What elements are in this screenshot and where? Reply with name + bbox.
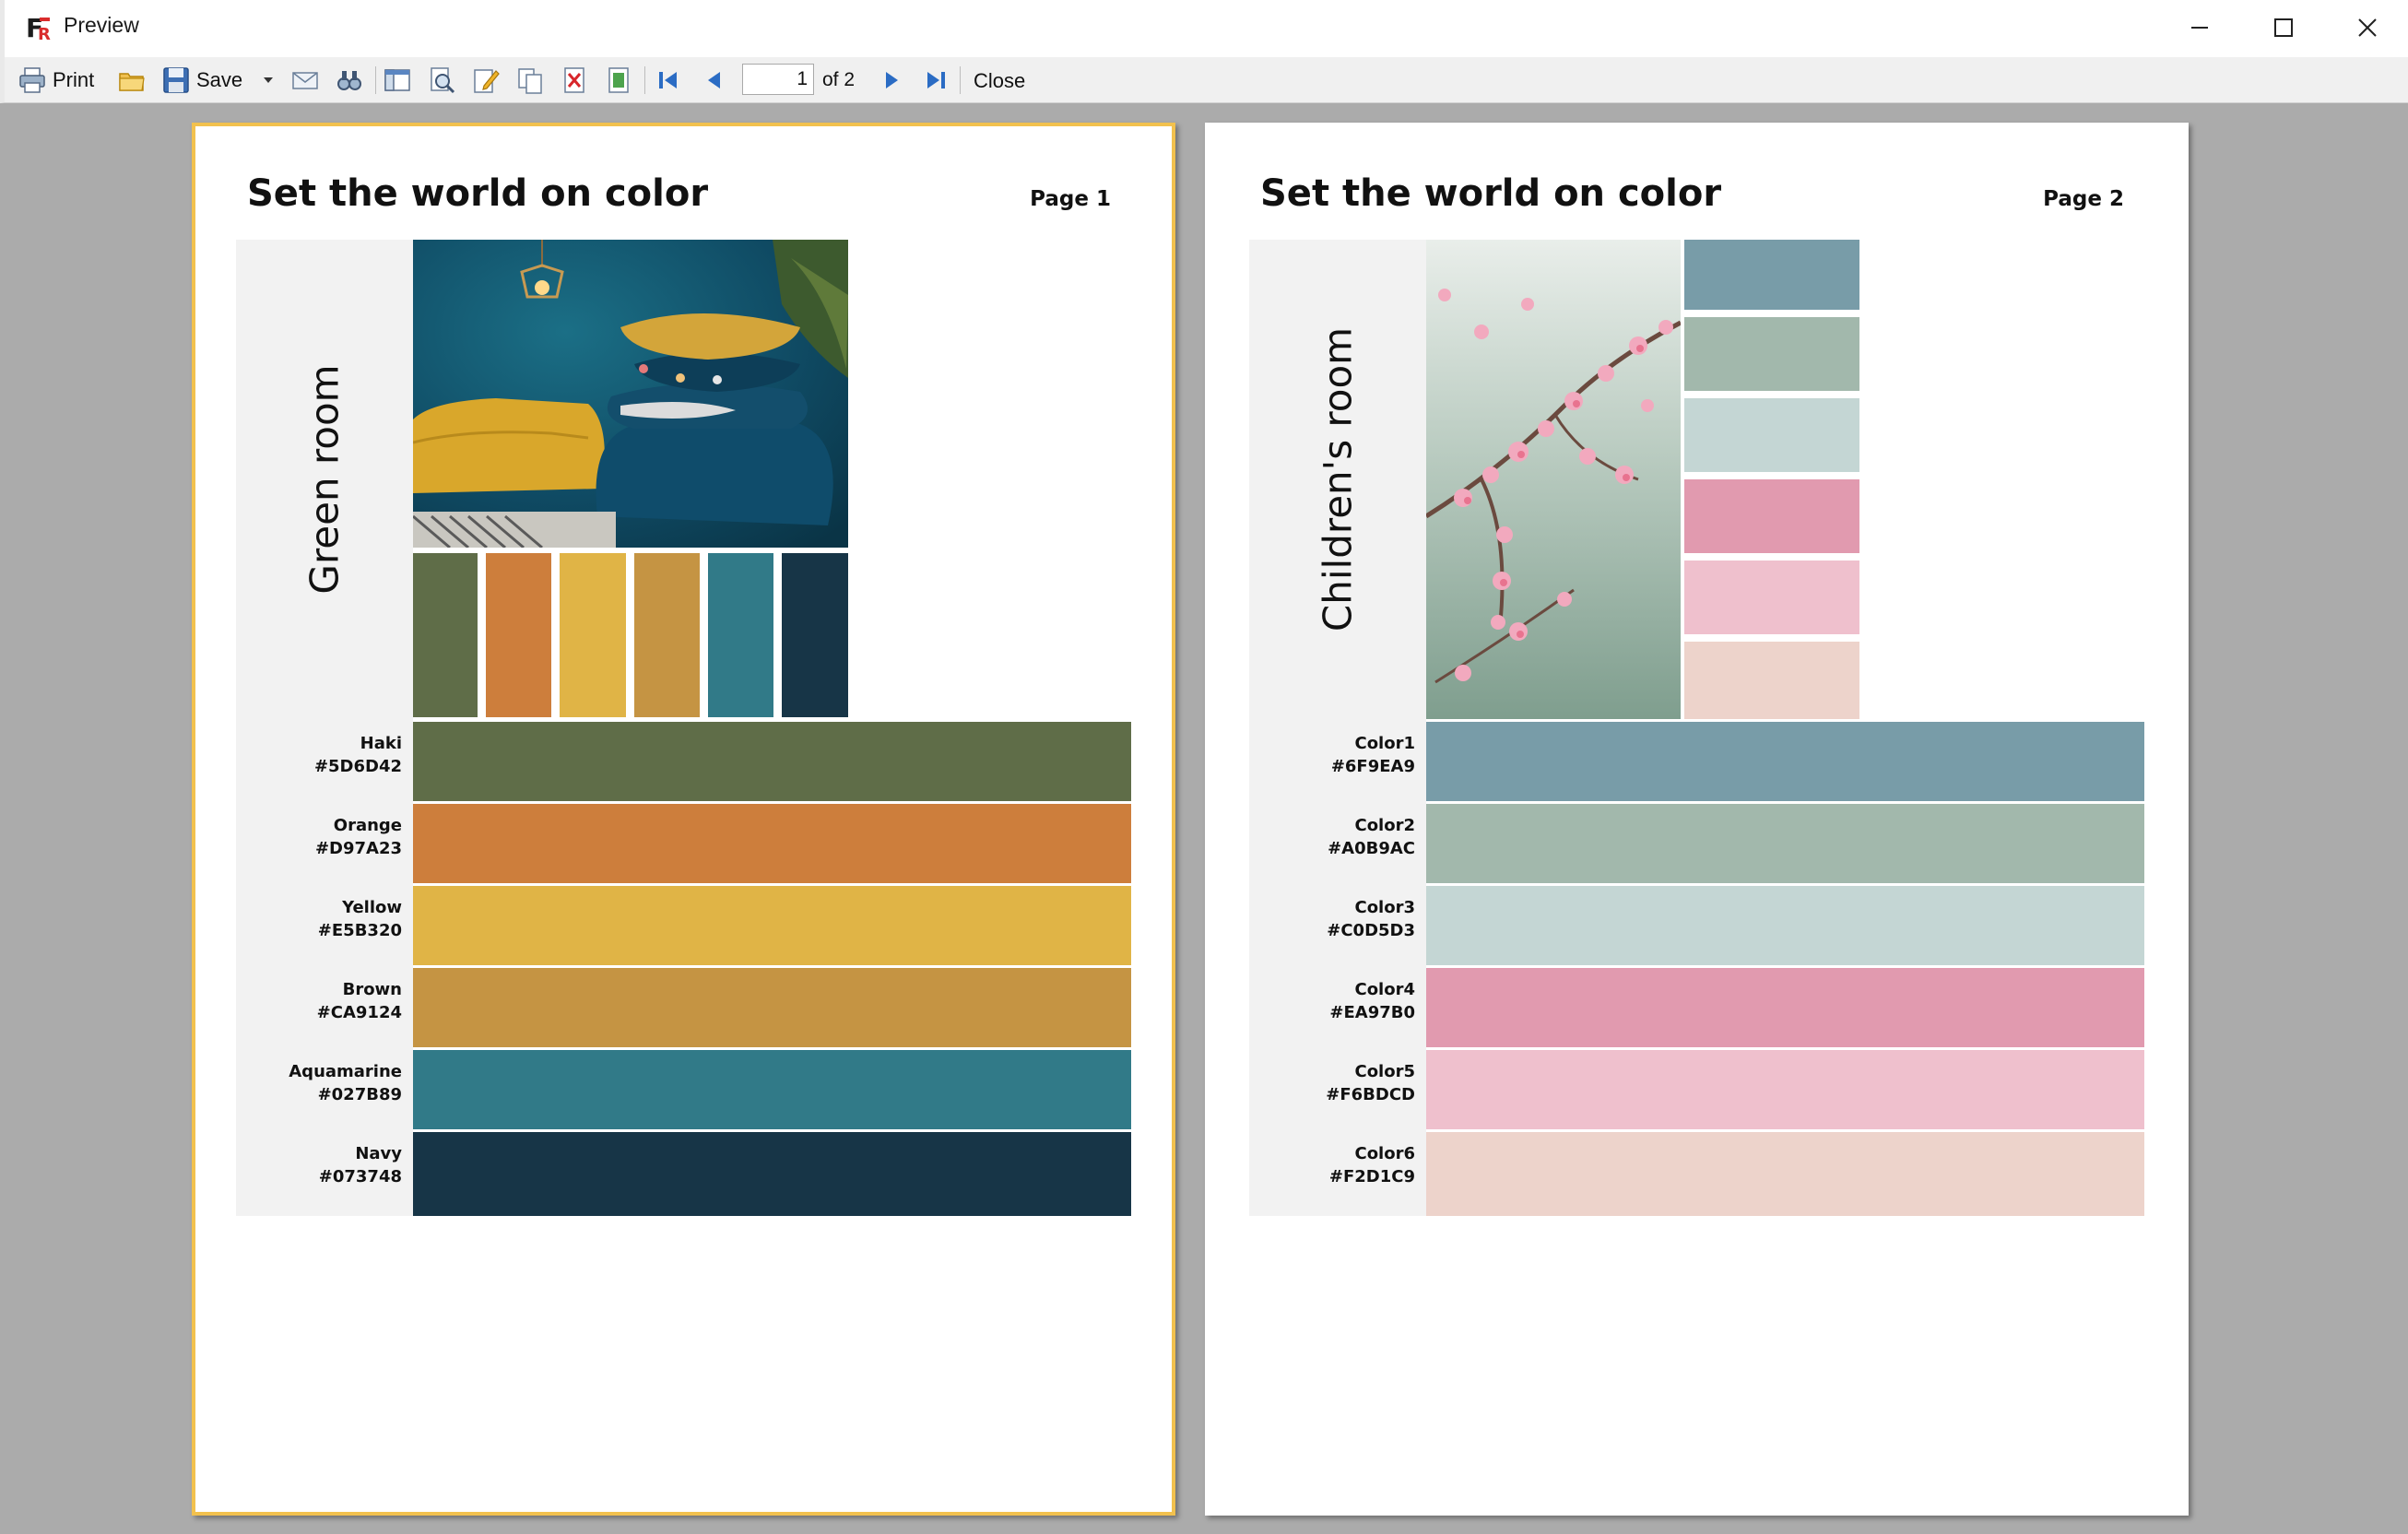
cherry-blossom-photo: [1426, 240, 1681, 719]
minimize-icon: [2191, 27, 2208, 29]
copy-page-icon: [518, 68, 542, 94]
color-bar: [413, 968, 1131, 1047]
color-swatch: [560, 553, 626, 717]
outline-icon: [384, 69, 410, 91]
save-button[interactable]: Save: [161, 65, 242, 96]
zoom-icon: [431, 67, 455, 94]
svg-text:R: R: [38, 25, 51, 43]
find-button[interactable]: [335, 65, 364, 96]
close-window-button[interactable]: [2333, 7, 2402, 48]
color-label: Color6 #F2D1C9: [1328, 1144, 1415, 1186]
window-title: Preview: [64, 13, 139, 37]
page-number-input[interactable]: [742, 64, 814, 95]
email-button[interactable]: [290, 65, 320, 96]
zoom-button[interactable]: [427, 65, 456, 96]
color-bar: [413, 1132, 1131, 1216]
report-page-2[interactable]: Set the world on color Page 2 Children's…: [1205, 123, 2189, 1516]
first-page-button[interactable]: [655, 65, 681, 96]
color-bar: [1426, 1132, 2144, 1216]
color-bar: [1426, 804, 2144, 883]
open-folder-icon: [119, 73, 145, 91]
color-swatch: [1684, 317, 1859, 391]
blue-room-poufs-photo: [413, 240, 848, 548]
color-label: Orange #D97A23: [314, 816, 402, 858]
last-page-icon: [927, 72, 945, 88]
color-swatch: [708, 553, 773, 717]
color-label: Color2 #A0B9AC: [1328, 816, 1415, 858]
color-bar: [1426, 968, 2144, 1047]
delete-page-icon: [564, 67, 584, 93]
page-number-label: Page 2: [2043, 187, 2124, 211]
save-label: Save: [196, 68, 243, 91]
save-dropdown[interactable]: [261, 65, 276, 96]
color-label: Navy #073748: [318, 1144, 402, 1186]
minimize-button[interactable]: [2166, 7, 2234, 48]
find-icon: [337, 71, 361, 90]
print-button[interactable]: Print: [18, 65, 94, 96]
color-label: Yellow #E5B320: [317, 898, 402, 940]
page-count-label: of 2: [822, 69, 856, 90]
maximize-button[interactable]: [2249, 7, 2318, 48]
color-bar: [413, 1050, 1131, 1129]
toolbar-separator: [375, 66, 376, 94]
color-bar: [1426, 886, 2144, 965]
color-swatch: [1684, 642, 1859, 719]
maximize-icon: [2274, 18, 2293, 37]
page-title: Set the world on color: [1260, 172, 1722, 215]
edit-icon: [474, 69, 500, 93]
color-swatch: [1684, 479, 1859, 553]
floppy-icon: [163, 67, 189, 93]
print-label: Print: [53, 68, 95, 91]
printer-icon: [19, 67, 45, 93]
email-icon: [292, 72, 318, 89]
copy-page-button[interactable]: [515, 65, 545, 96]
color-swatch: [1684, 240, 1859, 310]
close-window-icon: [2358, 18, 2377, 37]
color-label: Color4 #EA97B0: [1329, 980, 1415, 1022]
app-logo-icon: F R: [26, 13, 51, 43]
color-bar: [1426, 722, 2144, 801]
report-page-1[interactable]: Set the world on color Page 1 Green room: [192, 123, 1175, 1516]
close-preview-button[interactable]: Close: [974, 69, 1025, 93]
color-swatch: [634, 553, 700, 717]
last-page-button[interactable]: [923, 65, 949, 96]
first-page-icon: [659, 72, 677, 88]
toolbar-separator: [644, 66, 645, 94]
toolbar-separator: [960, 66, 961, 94]
color-label: Color3 #C0D5D3: [1327, 898, 1415, 940]
edit-button[interactable]: [471, 65, 501, 96]
title-bar: F R Preview: [0, 0, 2408, 57]
dropdown-arrow-icon: [264, 77, 273, 83]
color-label: Haki #5D6D42: [313, 734, 402, 776]
next-page-icon: [886, 72, 898, 88]
color-bar: [413, 886, 1131, 965]
open-button[interactable]: [117, 65, 147, 96]
color-bar: [1426, 1050, 2144, 1129]
page-setup-button[interactable]: [604, 65, 633, 96]
next-page-button[interactable]: [879, 65, 904, 96]
page-title: Set the world on color: [247, 172, 709, 215]
color-swatch: [413, 553, 478, 717]
outline-button[interactable]: [383, 65, 412, 96]
color-bar: [413, 722, 1131, 801]
color-label: Aquamarine #027B89: [289, 1062, 402, 1104]
delete-page-button[interactable]: [560, 65, 589, 96]
color-bar: [413, 804, 1131, 883]
page-setup-icon: [608, 67, 629, 93]
color-swatch: [1684, 398, 1859, 472]
color-label: Color1 #6F9EA9: [1330, 734, 1415, 776]
toolbar: Print Save 1 of 2 Close: [0, 57, 2408, 103]
prev-page-button[interactable]: [702, 65, 727, 96]
color-swatch: [782, 553, 848, 717]
color-label: Color5 #F6BDCD: [1326, 1062, 1415, 1104]
prev-page-icon: [708, 72, 720, 88]
color-swatch: [486, 553, 551, 717]
color-label: Brown #CA9124: [316, 980, 402, 1022]
page-number-label: Page 1: [1030, 187, 1111, 211]
color-swatch: [1684, 560, 1859, 634]
